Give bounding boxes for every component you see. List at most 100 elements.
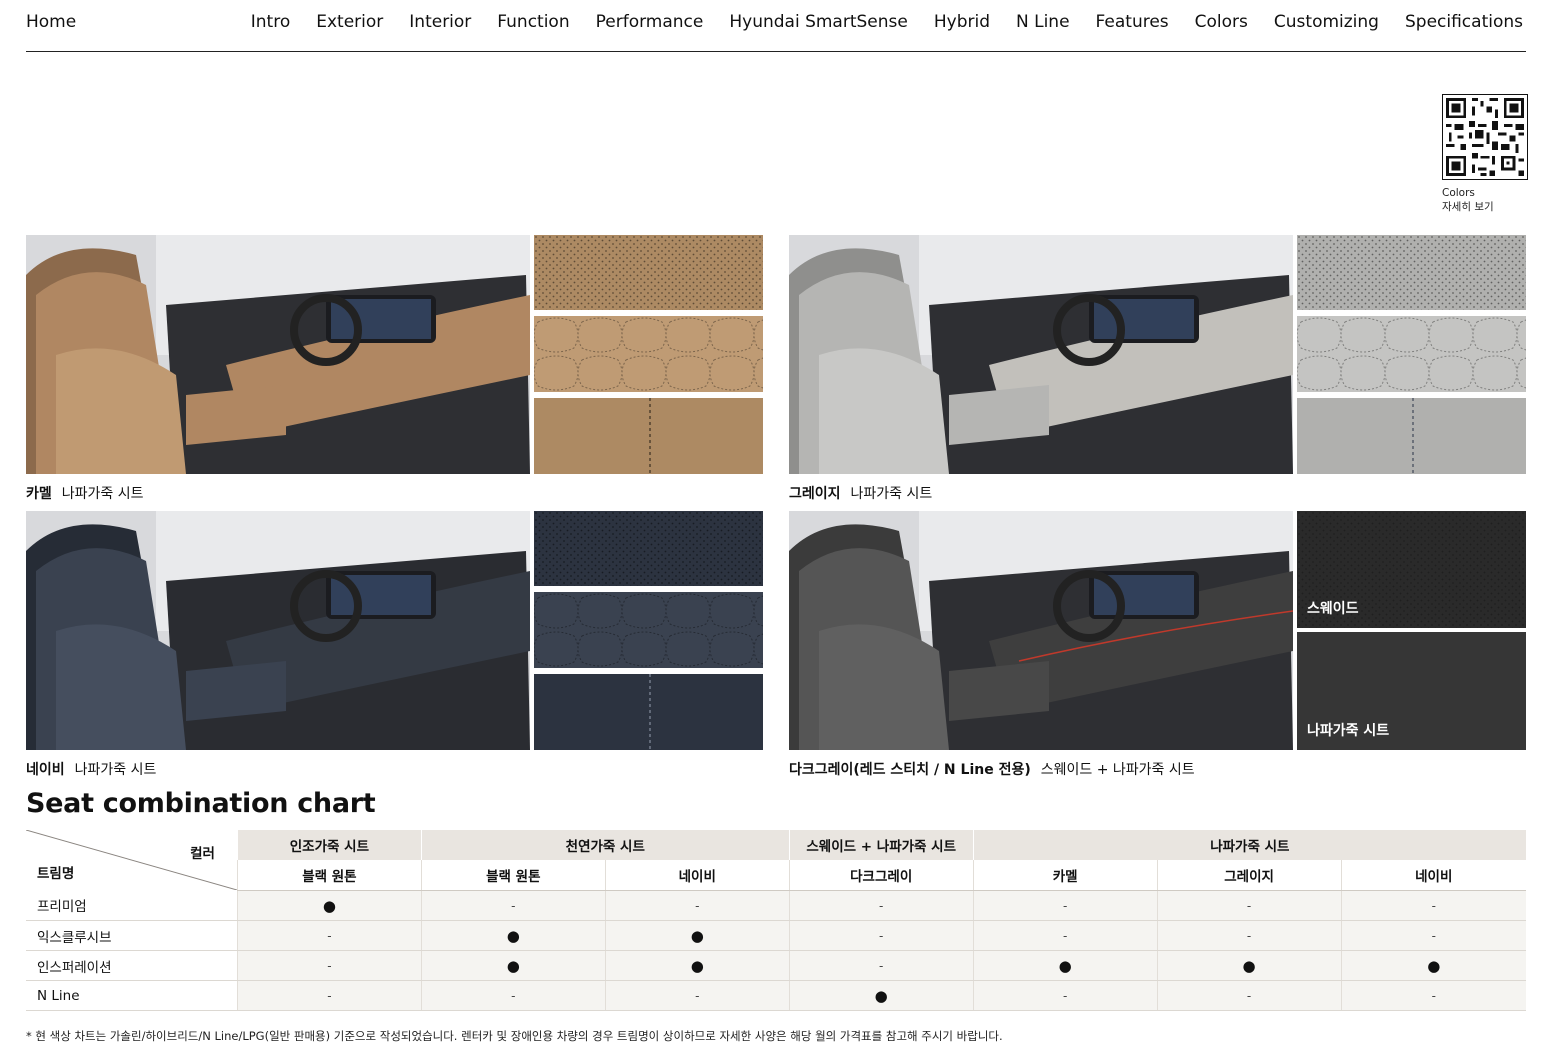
column-header: 네이비	[604, 860, 790, 891]
table-cell: ●	[604, 950, 790, 981]
quilted-leather-texture	[534, 592, 763, 668]
interior-caption: 네이비 나파가죽 시트	[26, 759, 156, 779]
table-row: 프리미엄 ● - - - - - -	[26, 890, 1526, 921]
swatch-stitched[interactable]	[1297, 398, 1526, 474]
corner-trim-label: 트림명	[37, 866, 75, 882]
table-cell: -	[420, 980, 606, 1011]
qr-caption-title: Colors	[1442, 187, 1475, 199]
table-cell: ●	[1156, 950, 1342, 981]
quilted-leather-texture	[1297, 316, 1526, 392]
column-header: 네이비	[1340, 860, 1526, 891]
table-cell: ●	[420, 950, 606, 981]
table-row: N Line - - - ● - - -	[26, 980, 1526, 1011]
trim-name: 인스퍼레이션	[26, 950, 238, 981]
interior-photo[interactable]	[789, 235, 1293, 474]
table-corner-header: 컬러 트림명	[26, 830, 238, 891]
interior-photo[interactable]	[789, 511, 1293, 750]
table-cell: -	[236, 950, 422, 981]
swatch-nappa[interactable]: 나파가죽 시트	[1297, 632, 1526, 750]
car-interior-illustration	[789, 235, 1293, 474]
swatch-label: 스웨이드	[1307, 601, 1359, 617]
interior-caption: 다크그레이(레드 스티치 / N Line 전용) 스웨이드 + 나파가죽 시트	[789, 759, 1195, 779]
group-header: 스웨이드 + 나파가죽 시트	[788, 830, 974, 860]
nav-item-function[interactable]: Function	[497, 12, 569, 32]
quilted-leather-texture	[534, 316, 763, 392]
table-cell: ●	[788, 980, 974, 1011]
swatch-stitched[interactable]	[534, 398, 763, 474]
interior-block-greige: 그레이지 나파가죽 시트	[789, 235, 1526, 505]
nav-item-n-line[interactable]: N Line	[1016, 12, 1070, 32]
column-header: 카멜	[972, 860, 1158, 891]
swatch-perforated[interactable]	[534, 235, 763, 310]
group-header: 인조가죽 시트	[236, 830, 422, 860]
nav-home-link[interactable]: Home	[26, 12, 76, 32]
table-cell: -	[972, 920, 1158, 951]
table-cell: ●	[1340, 950, 1526, 981]
nav-menu: Intro Exterior Interior Function Perform…	[251, 12, 1523, 32]
group-header: 천연가죽 시트	[420, 830, 790, 860]
table-cell: -	[1156, 980, 1342, 1011]
table-cell: -	[1340, 920, 1526, 951]
table-cell: -	[604, 980, 790, 1011]
table-cell: -	[1340, 890, 1526, 921]
interior-photo[interactable]	[26, 235, 530, 474]
swatch-quilted[interactable]	[1297, 316, 1526, 392]
swatch-quilted[interactable]	[534, 592, 763, 668]
table-cell: ●	[604, 920, 790, 951]
qr-caption: Colors 자세히 보기	[1442, 186, 1494, 214]
swatch-perforated[interactable]	[534, 511, 763, 586]
top-nav: Home Intro Exterior Interior Function Pe…	[26, 0, 1526, 52]
nav-item-smartsense[interactable]: Hyundai SmartSense	[729, 12, 908, 32]
nav-item-features[interactable]: Features	[1096, 12, 1169, 32]
column-header: 블랙 원톤	[420, 860, 606, 891]
table-cell: -	[972, 980, 1158, 1011]
swatch-stitched[interactable]	[534, 674, 763, 750]
swatch-perforated[interactable]	[1297, 235, 1526, 310]
nav-item-hybrid[interactable]: Hybrid	[934, 12, 990, 32]
table-cell: -	[1340, 980, 1526, 1011]
nav-item-performance[interactable]: Performance	[596, 12, 704, 32]
table-row: 인스퍼레이션 - ● ● - ● ● ●	[26, 950, 1526, 981]
column-header: 블랙 원톤	[236, 860, 422, 891]
car-interior-illustration	[26, 511, 530, 750]
trim-name: 익스클루시브	[26, 920, 238, 951]
table-cell: -	[1156, 890, 1342, 921]
table-cell: -	[236, 980, 422, 1011]
nav-item-customizing[interactable]: Customizing	[1274, 12, 1379, 32]
table-cell: ●	[236, 890, 422, 921]
interior-color-name: 네이비	[26, 762, 65, 778]
section-title: Seat combination chart	[26, 788, 376, 819]
interior-material: 나파가죽 시트	[61, 486, 144, 502]
perforated-leather-texture	[534, 235, 763, 310]
interior-caption: 그레이지 나파가죽 시트	[789, 483, 932, 503]
table-cell: -	[236, 920, 422, 951]
swatch-suede[interactable]: 스웨이드	[1297, 511, 1526, 628]
footnote: * 현 색상 차트는 가솔린/하이브리드/N Line/LPG(일반 판매용) …	[26, 1029, 1003, 1043]
interior-material: 스웨이드 + 나파가죽 시트	[1040, 762, 1195, 778]
nav-item-interior[interactable]: Interior	[409, 12, 471, 32]
interior-caption: 카멜 나파가죽 시트	[26, 483, 144, 503]
interior-color-name: 다크그레이(레드 스티치 / N Line 전용)	[789, 762, 1031, 778]
trim-name: N Line	[26, 980, 238, 1011]
table-cell: -	[788, 920, 974, 951]
nav-item-specifications[interactable]: Specifications	[1405, 12, 1523, 32]
interior-block-navy: 네이비 나파가죽 시트	[26, 511, 763, 781]
qr-caption-detail[interactable]: 자세히 보기	[1442, 200, 1494, 214]
column-header: 그레이지	[1156, 860, 1342, 891]
qr-code[interactable]	[1442, 94, 1528, 180]
trim-name: 프리미엄	[26, 890, 238, 921]
table-cell: ●	[972, 950, 1158, 981]
interior-block-dark-grey: 스웨이드 나파가죽 시트 다크그레이(레드 스티치 / N Line 전용) 스웨…	[789, 511, 1526, 781]
interior-block-camel: 카멜 나파가죽 시트	[26, 235, 763, 505]
swatch-quilted[interactable]	[534, 316, 763, 392]
perforated-leather-texture	[534, 511, 763, 586]
nav-item-exterior[interactable]: Exterior	[316, 12, 383, 32]
table-cell: -	[788, 950, 974, 981]
stitched-leather-texture	[534, 674, 763, 750]
stitched-leather-texture	[1297, 398, 1526, 474]
nav-item-intro[interactable]: Intro	[251, 12, 290, 32]
nav-item-colors[interactable]: Colors	[1195, 12, 1248, 32]
stitched-leather-texture	[534, 398, 763, 474]
perforated-leather-texture	[1297, 235, 1526, 310]
interior-photo[interactable]	[26, 511, 530, 750]
